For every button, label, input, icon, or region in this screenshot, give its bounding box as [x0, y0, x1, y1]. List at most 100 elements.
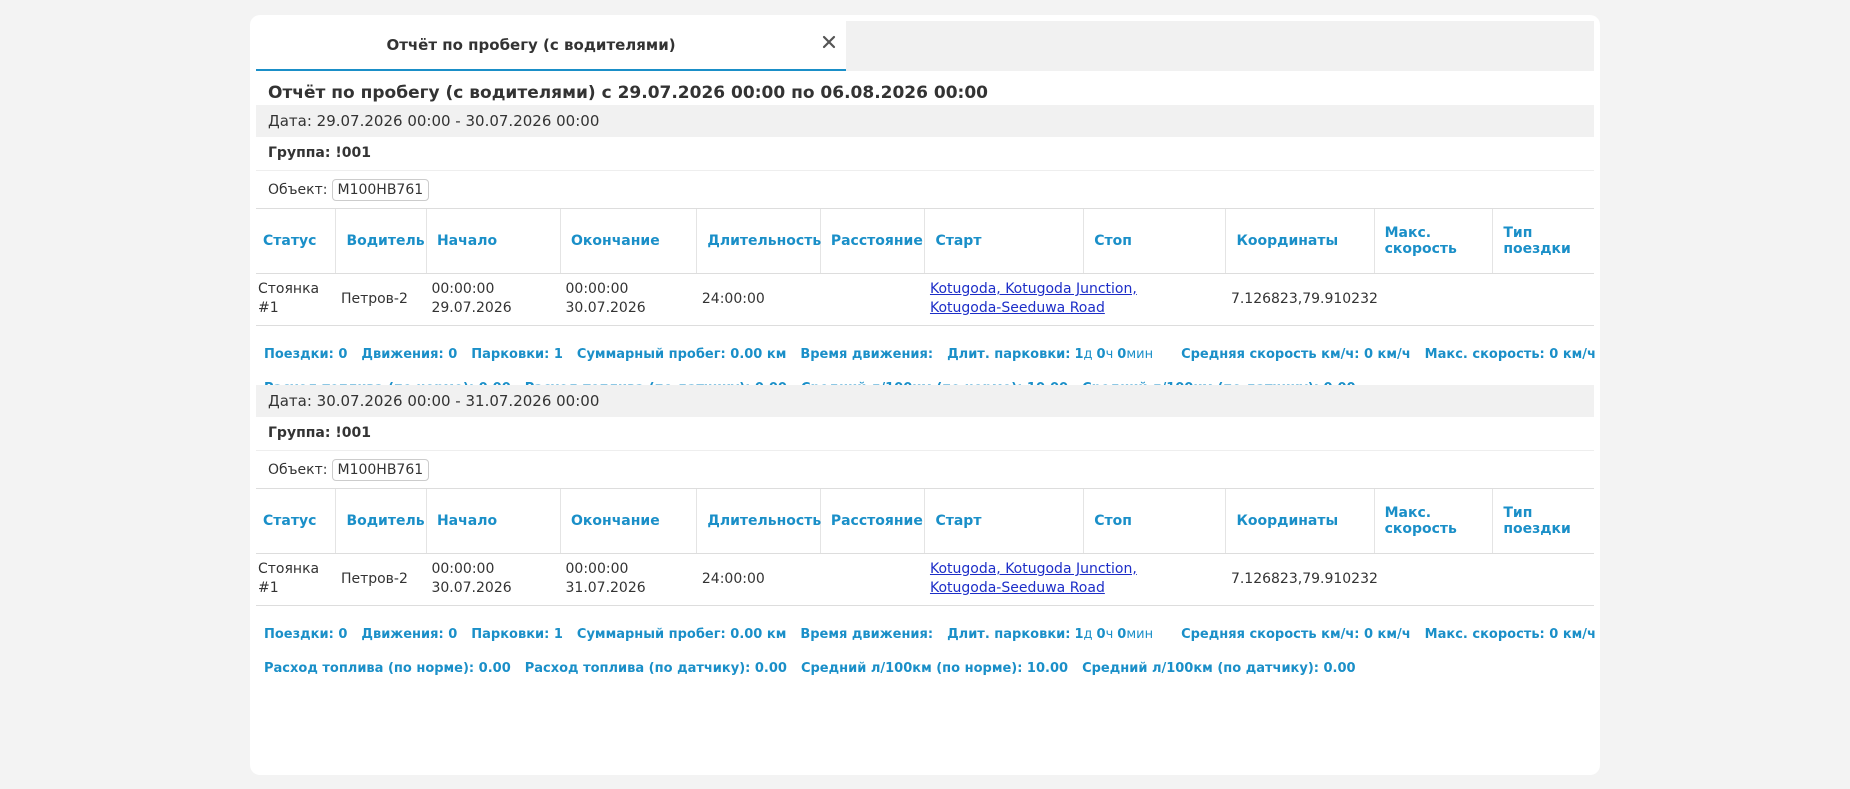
object-chip[interactable]: M100HB761 — [331, 458, 430, 481]
col-coordinates[interactable]: Координаты — [1225, 209, 1375, 274]
date-section: Дата: 30.07.2026 00:00 - 31.07.2026 00:0… — [256, 385, 1596, 686]
col-driver[interactable]: Водитель — [335, 209, 427, 274]
cell-end: 00:00:00 31.07.2026 — [560, 553, 697, 606]
col-status[interactable]: Статус — [256, 209, 337, 274]
summary-trips: Поездки: 0 — [264, 347, 348, 362]
cell-distance — [820, 273, 925, 326]
cell-driver: Петров-2 — [335, 273, 427, 326]
park-min-unit: мин — [1126, 347, 1154, 362]
summary-moves: Движения: 0 — [361, 347, 458, 362]
col-distance[interactable]: Расстояние — [820, 209, 926, 274]
cell-start-address: Kotugoda, Kotugoda Junction, Kotugoda-Se… — [924, 273, 1226, 326]
cell-trip-type — [1492, 273, 1594, 326]
cell-max-speed — [1374, 273, 1493, 326]
col-start-address[interactable]: Старт — [924, 489, 1085, 554]
summary-avg-speed: Средняя скорость км/ч: 0 км/ч — [1181, 627, 1411, 642]
table-row: Стоянка #1 Петров-2 00:00:00 29.07.2026 … — [256, 273, 1594, 326]
tab-label: Отчёт по пробегу (с водителями) — [386, 36, 676, 54]
col-stop-address[interactable]: Стоп — [1083, 489, 1227, 554]
summary-total-mileage: Суммарный пробег: 0.00 км — [576, 347, 787, 362]
park-hours-unit: ч — [1105, 347, 1114, 362]
park-hours-num: 0 — [1096, 347, 1106, 362]
tab-bar: Отчёт по пробегу (с водителями) — [256, 21, 1594, 71]
col-trip-type[interactable]: Тип поездки — [1492, 209, 1594, 274]
park-hours-unit: ч — [1105, 627, 1114, 642]
park-min-num: 0 — [1117, 347, 1127, 362]
summary-avg-norm: Средний л/100км (по норме): 10.00 — [800, 661, 1069, 676]
table-header-row: Статус Водитель Начало Окончание Длитель… — [256, 489, 1594, 554]
summary-parkings: Парковки: 1 — [471, 347, 563, 362]
summary-line-1: Поездки: 0 Движения: 0 Парковки: 1 Сумма… — [264, 338, 1596, 372]
table-header-row: Статус Водитель Начало Окончание Длитель… — [256, 209, 1594, 274]
summary-line-2: Расход топлива (по норме): 0.00 Расход т… — [264, 652, 1594, 686]
cell-start: 00:00:00 29.07.2026 — [426, 273, 561, 326]
col-end[interactable]: Окончание — [560, 209, 698, 274]
date-section: Дата: 29.07.2026 00:00 - 30.07.2026 00:0… — [256, 105, 1596, 406]
summary-fuel-norm: Расход топлива (по норме): 0.00 — [264, 661, 511, 676]
summary-avg-speed: Средняя скорость км/ч: 0 км/ч — [1181, 347, 1411, 362]
summary-max-speed: Макс. скорость: 0 км/ч — [1424, 627, 1596, 642]
park-days-unit: д — [1083, 627, 1093, 642]
date-header: Дата: 30.07.2026 00:00 - 31.07.2026 00:0… — [256, 385, 1594, 417]
cell-coordinates: 7.126823,79.910232 — [1225, 273, 1378, 326]
object-label: Объект: — [268, 181, 328, 198]
cell-start-address: Kotugoda, Kotugoda Junction, Kotugoda-Se… — [924, 553, 1226, 606]
summary-park-duration: Длит. парковки: 1д 0ч 0мин — [947, 627, 1167, 642]
trips-table: Статус Водитель Начало Окончание Длитель… — [256, 209, 1594, 326]
col-trip-type[interactable]: Тип поездки — [1492, 489, 1594, 554]
trips-table: Статус Водитель Начало Окончание Длитель… — [256, 489, 1594, 606]
cell-trip-type — [1492, 553, 1594, 606]
park-min-unit: мин — [1126, 627, 1154, 642]
col-start[interactable]: Начало — [426, 489, 562, 554]
col-end[interactable]: Окончание — [560, 489, 698, 554]
summary-max-speed: Макс. скорость: 0 км/ч — [1424, 347, 1596, 362]
col-distance[interactable]: Расстояние — [820, 489, 926, 554]
tab-mileage-report[interactable]: Отчёт по пробегу (с водителями) — [256, 21, 846, 71]
start-address-link[interactable]: Kotugoda, Kotugoda Junction, Kotugoda-Se… — [930, 280, 1175, 318]
cell-end: 00:00:00 30.07.2026 — [560, 273, 697, 326]
summary-parkings: Парковки: 1 — [471, 627, 563, 642]
col-start[interactable]: Начало — [426, 209, 562, 274]
cell-status: Стоянка #1 — [256, 553, 336, 606]
park-hours-num: 0 — [1096, 627, 1106, 642]
summary-move-time: Время движения: — [800, 347, 934, 362]
summary-park-duration: Длит. парковки: 1д 0ч 0мин — [947, 347, 1167, 362]
summary-trips: Поездки: 0 — [264, 627, 348, 642]
start-address-link[interactable]: Kotugoda, Kotugoda Junction, Kotugoda-Se… — [930, 560, 1175, 598]
object-label: Объект: — [268, 461, 328, 478]
col-coordinates[interactable]: Координаты — [1225, 489, 1375, 554]
date-header: Дата: 29.07.2026 00:00 - 30.07.2026 00:0… — [256, 105, 1594, 137]
object-chip[interactable]: M100HB761 — [331, 178, 430, 201]
col-stop-address[interactable]: Стоп — [1083, 209, 1227, 274]
summary-total-mileage: Суммарный пробег: 0.00 км — [576, 627, 787, 642]
cell-coordinates: 7.126823,79.910232 — [1225, 553, 1378, 606]
cell-max-speed — [1374, 553, 1493, 606]
col-driver[interactable]: Водитель — [335, 489, 427, 554]
summary-avg-sensor: Средний л/100км (по датчику): 0.00 — [1082, 661, 1356, 676]
cell-distance — [820, 553, 925, 606]
col-start-address[interactable]: Старт — [924, 209, 1085, 274]
report-title: Отчёт по пробегу (с водителями) с 29.07.… — [268, 83, 988, 103]
summary-moves: Движения: 0 — [361, 627, 458, 642]
summary-line-1: Поездки: 0 Движения: 0 Парковки: 1 Сумма… — [264, 618, 1596, 652]
cell-duration: 24:00:00 — [696, 273, 821, 326]
col-max-speed[interactable]: Макс. скорость — [1374, 489, 1494, 554]
close-icon[interactable] — [818, 31, 840, 53]
col-status[interactable]: Статус — [256, 489, 337, 554]
col-duration[interactable]: Длительность — [696, 209, 821, 274]
park-duration-label: Длит. парковки: — [947, 627, 1071, 642]
col-max-speed[interactable]: Макс. скорость — [1374, 209, 1494, 274]
report-panel: Отчёт по пробегу (с водителями) Отчёт по… — [250, 15, 1600, 775]
summary-move-time: Время движения: — [800, 627, 934, 642]
col-duration[interactable]: Длительность — [696, 489, 821, 554]
park-min-num: 0 — [1117, 627, 1127, 642]
cell-status: Стоянка #1 — [256, 273, 336, 326]
cell-start: 00:00:00 30.07.2026 — [426, 553, 561, 606]
park-days-num: 1 — [1074, 347, 1084, 362]
group-label: Группа: !001 — [256, 417, 1594, 451]
park-days-num: 1 — [1074, 627, 1084, 642]
table-row: Стоянка #1 Петров-2 00:00:00 30.07.2026 … — [256, 553, 1594, 606]
group-label: Группа: !001 — [256, 137, 1594, 171]
object-row: Объект: M100HB761 — [256, 171, 1594, 209]
cell-driver: Петров-2 — [335, 553, 427, 606]
